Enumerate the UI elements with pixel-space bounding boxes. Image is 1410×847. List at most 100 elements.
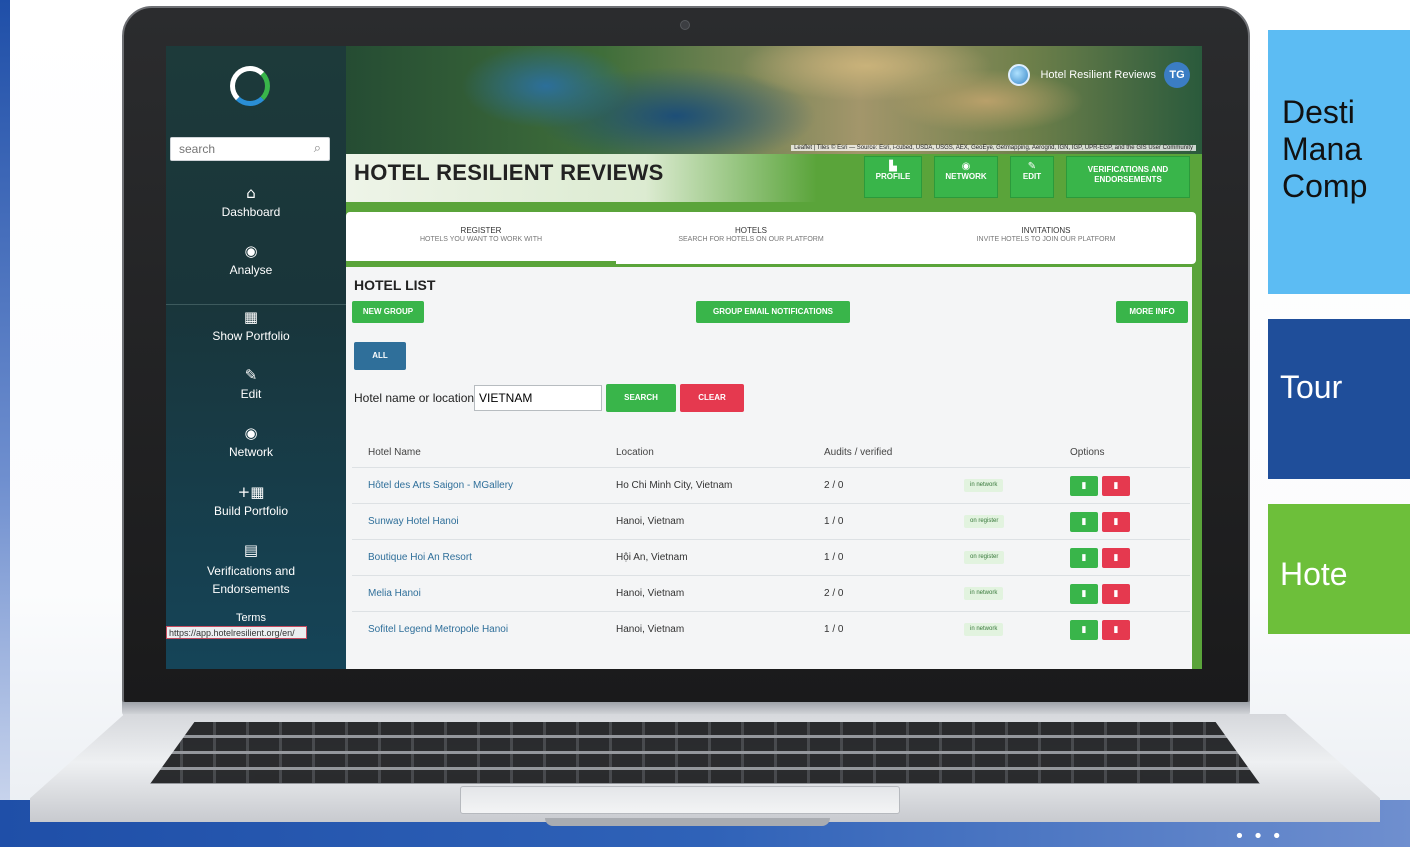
sidebar-item-label: Verifications and Endorsements <box>206 564 296 596</box>
sidebar-item-dashboard[interactable]: ⌂ Dashboard <box>166 184 336 219</box>
building-icon: ▦ <box>243 308 259 326</box>
hotel-location: Hanoi, Vietnam <box>616 588 685 599</box>
trash-icon[interactable]: ▮ <box>1102 620 1130 640</box>
map-banner[interactable]: Hotel Resilient Reviews TG Leaflet | Til… <box>346 46 1202 154</box>
more-info-button[interactable]: MORE INFO <box>1116 301 1188 323</box>
brand-name: Hotel Resilient Reviews <box>1040 69 1156 81</box>
chart-icon[interactable]: ▮ <box>1070 620 1098 640</box>
trash-icon[interactable]: ▮ <box>1102 548 1130 568</box>
page-title: HOTEL RESILIENT REVIEWS <box>354 160 664 185</box>
map-attribution[interactable]: Leaflet | Tiles © Esri — Source: Esri, i… <box>791 145 1196 151</box>
sidebar-item-verifications[interactable]: ▤ Verifications and Endorsements <box>166 541 336 598</box>
status-bar-url: https://app.hotelresilient.org/en/ <box>166 626 307 639</box>
globe-icon <box>1008 64 1031 86</box>
trash-icon[interactable]: ▮ <box>1102 584 1130 604</box>
hotel-list-body: HOTEL LIST NEW GROUP GROUP EMAIL NOTIFIC… <box>346 267 1196 669</box>
status-badge: in network <box>964 587 1004 600</box>
chart-icon[interactable]: ▮ <box>1070 476 1098 496</box>
avatar[interactable]: TG <box>1164 62 1190 88</box>
camera-icon <box>680 20 690 30</box>
status-badge: in network <box>964 623 1004 636</box>
sidebar-item-terms[interactable]: Terms <box>166 612 336 624</box>
user-brand: Hotel Resilient Reviews TG <box>1008 62 1190 88</box>
list-title: HOTEL LIST <box>354 277 436 293</box>
profile-button[interactable]: ▙ PROFILE <box>864 156 922 198</box>
tabs-panel: REGISTER HOTELS YOU WANT TO WORK WITH HO… <box>346 212 1196 264</box>
laptop-notch <box>545 818 830 826</box>
chart-icon[interactable]: ▮ <box>1070 548 1098 568</box>
group-email-button[interactable]: GROUP EMAIL NOTIFICATIONS <box>696 301 850 323</box>
search-icon[interactable]: ⌕ <box>314 141 321 156</box>
clear-button[interactable]: CLEAR <box>680 384 744 412</box>
status-badge: on register <box>964 515 1005 528</box>
table-row: Hôtel des Arts Saigon - MGallery Ho Chi … <box>352 467 1190 503</box>
sidebar-item-label: Build Portfolio <box>213 504 289 518</box>
status-badge: on register <box>964 551 1005 564</box>
trash-icon[interactable]: ▮ <box>1102 476 1130 496</box>
tab-register[interactable]: REGISTER HOTELS YOU WANT TO WORK WITH <box>346 226 616 244</box>
verifications-button[interactable]: VERIFICATIONS AND ENDORSEMENTS <box>1066 156 1190 198</box>
app-logo[interactable] <box>230 66 270 106</box>
add-building-icon: +▦ <box>237 483 265 501</box>
sidebar-item-edit[interactable]: ✎ Edit <box>166 366 336 401</box>
hotel-location: Hanoi, Vietnam <box>616 516 685 527</box>
all-filter-button[interactable]: ALL <box>354 342 406 370</box>
table-row: Melia Hanoi Hanoi, Vietnam 2 / 0 in netw… <box>352 575 1190 611</box>
edit-button[interactable]: ✎ EDIT <box>1010 156 1054 198</box>
sidebar-item-show-portfolio[interactable]: ▦ Show Portfolio <box>166 308 336 343</box>
column-header[interactable]: Hotel Name <box>368 447 421 458</box>
status-badge: in network <box>964 479 1004 492</box>
column-header[interactable]: Audits / verified <box>824 447 892 458</box>
destination-card[interactable]: Desti Mana Comp <box>1268 30 1410 294</box>
hotel-audits: 2 / 0 <box>824 588 844 599</box>
sidebar-search: ⌕ <box>170 137 330 161</box>
sidebar-item-label: Network <box>228 445 273 459</box>
new-group-button[interactable]: NEW GROUP <box>352 301 424 323</box>
sidebar-item-label: Show Portfolio <box>212 329 290 343</box>
left-accent-stripe <box>0 0 10 800</box>
column-header[interactable]: Location <box>616 447 654 458</box>
laptop-trackpad <box>460 786 900 814</box>
tab-invitations[interactable]: INVITATIONS INVITE HOTELS TO JOIN OUR PL… <box>911 226 1181 244</box>
active-tab-indicator <box>346 261 616 264</box>
sidebar-item-network[interactable]: ◉ Network <box>166 424 336 459</box>
profile-icon: ▙ <box>889 161 897 172</box>
hotel-audits: 1 / 0 <box>824 516 844 527</box>
tour-card[interactable]: Tour <box>1268 319 1410 479</box>
network-button[interactable]: ◉ NETWORK <box>934 156 998 198</box>
search-input[interactable] <box>171 138 301 160</box>
chart-icon[interactable]: ▮ <box>1070 584 1098 604</box>
sidebar-item-label: Dashboard <box>221 205 281 219</box>
trash-icon[interactable]: ▮ <box>1102 512 1130 532</box>
hotel-location: Hội An, Vietnam <box>616 552 688 563</box>
sidebar-item-label: Edit <box>240 387 262 401</box>
hotel-name-link[interactable]: Hôtel des Arts Saigon - MGallery <box>368 480 513 491</box>
chart-icon[interactable]: ▮ <box>1070 512 1098 532</box>
hotel-name-link[interactable]: Sofitel Legend Metropole Hanoi <box>368 624 508 635</box>
hotel-name-link[interactable]: Boutique Hoi An Resort <box>368 552 472 563</box>
tab-hotels[interactable]: HOTELS SEARCH FOR HOTELS ON OUR PLATFORM <box>616 226 886 244</box>
app-screen: ⌕ ⌂ Dashboard ◉ Analyse ▦ Show Portfolio… <box>166 46 1202 669</box>
hotel-list-panel: HOTEL LIST NEW GROUP GROUP EMAIL NOTIFIC… <box>346 267 1196 669</box>
sidebar-item-analyse[interactable]: ◉ Analyse <box>166 242 336 277</box>
table-row: Sunway Hotel Hanoi Hanoi, Vietnam 1 / 0 … <box>352 503 1190 539</box>
table-header: Hotel Name Location Audits / verified Op… <box>346 447 1192 469</box>
hotel-audits: 2 / 0 <box>824 480 844 491</box>
hotel-name-link[interactable]: Sunway Hotel Hanoi <box>368 516 459 527</box>
globe-icon: ◉ <box>244 424 258 442</box>
table-row: Boutique Hoi An Resort Hội An, Vietnam 1… <box>352 539 1190 575</box>
location-search-input[interactable] <box>474 385 602 411</box>
globe-icon: ◉ <box>961 161 971 172</box>
main-content: Hotel Resilient Reviews TG Leaflet | Til… <box>346 46 1202 669</box>
sidebar-item-build-portfolio[interactable]: +▦ Build Portfolio <box>166 483 336 518</box>
hotel-location: Ho Chi Minh City, Vietnam <box>616 480 733 491</box>
edit-icon: ✎ <box>1027 161 1037 172</box>
more-dots-icon: ••• <box>1234 826 1290 847</box>
hotel-card[interactable]: Hote <box>1268 504 1410 634</box>
sidebar-divider <box>166 304 346 305</box>
hotel-location: Hanoi, Vietnam <box>616 624 685 635</box>
search-label: Hotel name or location: <box>354 391 478 405</box>
search-button[interactable]: SEARCH <box>606 384 676 412</box>
hotel-name-link[interactable]: Melia Hanoi <box>368 588 421 599</box>
globe-icon: ◉ <box>244 242 258 260</box>
